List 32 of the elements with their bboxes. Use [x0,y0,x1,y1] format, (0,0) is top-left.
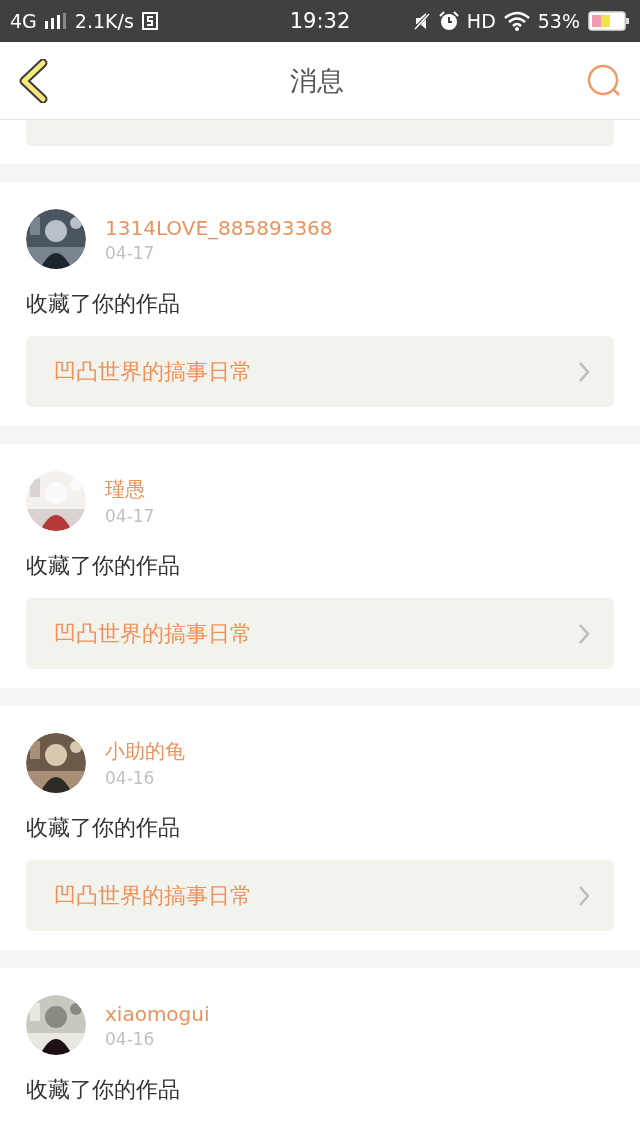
chevron-icon [578,622,590,645]
message-text: 收藏了你的作品 [26,1076,181,1104]
message-text: 收藏了你的作品 [26,552,181,580]
work-link[interactable]: 凹凸世界的搞事日常 [26,336,614,407]
battery-icon [588,11,630,31]
message-date: 04-16 [105,1028,156,1049]
message-text: 收藏了你的作品 [26,814,181,842]
back-icon[interactable] [18,58,48,103]
alarm-icon [438,11,459,31]
battery-percent: 53% [537,10,580,32]
page-title: 消息 [290,63,344,98]
mute-icon [412,12,431,30]
message-date: 04-17 [105,506,155,526]
message-text: 收藏了你的作品 [26,290,181,318]
chevron-icon [578,360,590,383]
hd-indicator: HD [466,10,496,32]
network-speed: 2.1K/s [74,10,134,32]
user-name[interactable]: 瑾愚 [105,476,155,503]
message-date: 04-16 [105,768,156,788]
app-notification-icon [141,12,158,30]
work-link[interactable]: 凹凸世界的搞事日常 [26,860,614,931]
search-icon[interactable] [586,63,622,98]
user-name[interactable]: xiaomogui [105,1001,210,1026]
work-link[interactable]: 凹凸世界的搞事日常 [26,598,614,669]
chevron-icon [578,884,590,907]
signal-icon [44,13,67,29]
wifi-icon [503,11,530,31]
message-date: 04-17 [105,242,156,263]
network-type: 4G [10,10,37,32]
user-name[interactable]: 1314LOVE_885893368 [105,215,333,240]
user-name[interactable]: 小助的龟 [105,738,185,765]
clock: 19:32 [289,9,351,33]
